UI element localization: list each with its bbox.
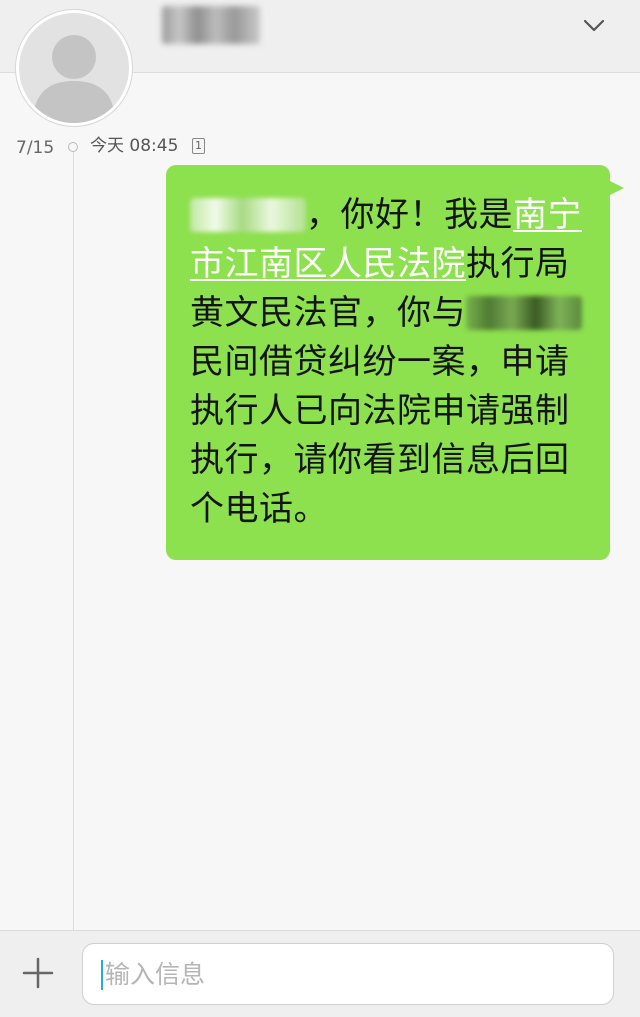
plus-icon (22, 957, 54, 989)
party-name-redacted (466, 296, 582, 330)
message-bubble-tail (604, 178, 624, 198)
recipient-name-redacted (190, 198, 306, 232)
message-input-box[interactable] (82, 943, 614, 1005)
timeline-line (73, 150, 74, 930)
message-input[interactable] (105, 944, 595, 1004)
message-text: ，你好！我是南宁市江南区人民法院执行局黄文民法官，你与民间借贷纠纷一案，申请执行… (190, 191, 588, 534)
chevron-down-icon (583, 19, 605, 32)
timeline-date: 7/15 (16, 138, 55, 158)
timeline-dot (68, 142, 78, 152)
contact-name-redacted[interactable] (162, 6, 260, 44)
person-silhouette-icon (33, 35, 115, 123)
message-greeting: ，你好！我是 (306, 195, 513, 235)
collapse-button[interactable] (576, 8, 612, 44)
text-caret (101, 960, 103, 990)
attach-button[interactable] (18, 953, 58, 993)
sim-card-icon: 1 (192, 138, 205, 154)
contact-avatar[interactable] (16, 10, 132, 126)
message-body-2: 民间借贷纠纷一案，申请执行人已向法院申请强制执行，请你看到信息后回个电话。 (190, 342, 570, 529)
message-bubble[interactable]: ，你好！我是南宁市江南区人民法院执行局黄文民法官，你与民间借贷纠纷一案，申请执行… (166, 165, 610, 560)
message-time: 今天 08:45 (90, 136, 179, 156)
composer-bar (0, 930, 640, 1017)
